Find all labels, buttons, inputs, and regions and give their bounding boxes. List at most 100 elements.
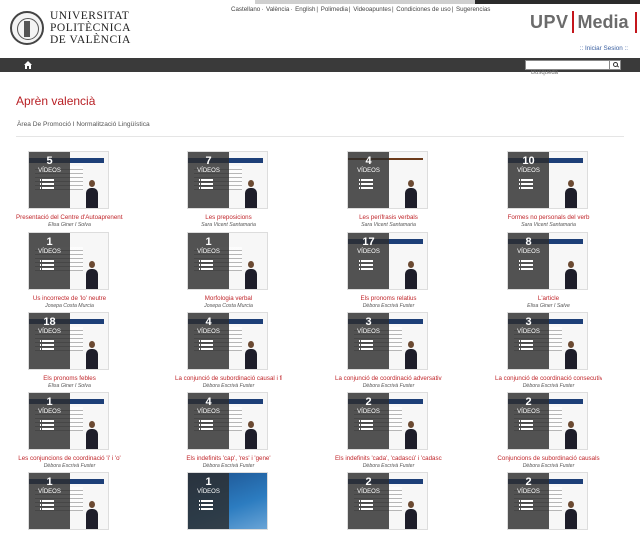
video-thumbnail[interactable]: 1 VÍDEOS <box>28 472 109 530</box>
video-title[interactable]: Formes no personals del verb <box>495 214 602 221</box>
video-thumbnail[interactable]: 10 VÍDEOS <box>507 151 588 209</box>
videos-label: VÍDEOS <box>38 329 61 335</box>
video-title[interactable]: Les preposicions <box>175 214 282 221</box>
video-count: 3 <box>365 316 372 328</box>
link-castellano[interactable]: Castellano <box>231 6 260 13</box>
video-title[interactable]: Conjuncions de subordinació causals <box>495 455 602 462</box>
video-card[interactable]: 4 VÍDEOS Les perífrasis verbals Sara Vic… <box>335 151 485 231</box>
video-card[interactable]: 7 VÍDEOS Les preposicions Sara Vicent Sa… <box>175 151 325 231</box>
university-name-line-1: UNIVERSITAT <box>50 10 130 22</box>
video-title[interactable]: Morfologia verbal <box>175 295 282 302</box>
video-card[interactable]: 4 VÍDEOS La conjunció de subordinació ca… <box>175 312 325 392</box>
video-title[interactable]: Els indefinits 'cap', 'res' i 'gene' <box>175 455 282 462</box>
video-card[interactable]: 8 VÍDEOS L'article Elisa Giner I Salve <box>495 232 640 312</box>
video-thumbnail[interactable]: 4 VÍDEOS <box>347 151 428 209</box>
video-thumbnail[interactable]: 4 VÍDEOS <box>187 312 268 370</box>
video-card[interactable]: 5 VÍDEOS Presentació del Centre d'Autoap… <box>16 151 166 231</box>
video-card[interactable]: 1 VÍDEOS <box>16 472 166 539</box>
video-title[interactable]: Les perífrasis verbals <box>335 214 442 221</box>
video-title[interactable]: La conjunció de subordinació causal i fi… <box>175 375 282 382</box>
video-thumbnail[interactable]: 2 VÍDEOS <box>347 472 428 530</box>
videos-label: VÍDEOS <box>357 329 380 335</box>
video-thumbnail[interactable]: 2 VÍDEOS <box>507 392 588 450</box>
video-card[interactable]: 2 VÍDEOS Els indefinits 'cada', 'cadascú… <box>335 392 485 472</box>
video-count-overlay: 2 VÍDEOS <box>508 473 549 529</box>
top-links: Castellano· València· English| Polimedia… <box>231 6 491 13</box>
video-thumbnail[interactable]: 1 VÍDEOS <box>187 472 268 530</box>
university-seal-icon <box>10 11 44 45</box>
university-name: UNIVERSITAT POLITÈCNICA DE VALÈNCIA <box>50 10 131 46</box>
video-title[interactable]: Les conjuncions de coordinació 'i' i 'o' <box>16 455 123 462</box>
videos-label: VÍDEOS <box>517 409 540 415</box>
video-count: 8 <box>525 236 532 248</box>
upv-media-logo[interactable]: UPV Media <box>530 8 637 36</box>
link-polimedia[interactable]: Polimedia <box>321 6 348 13</box>
video-title[interactable]: Us incorrecte de 'lo' neutre <box>16 295 123 302</box>
video-card[interactable]: 18 VÍDEOS Els pronoms febles Elisa Giner… <box>16 312 166 392</box>
video-title[interactable]: Presentació del Centre d'Autoaprenentatg… <box>16 214 123 221</box>
video-card[interactable]: 3 VÍDEOS La conjunció de coordinació adv… <box>335 312 485 392</box>
link-valencia[interactable]: València <box>266 6 289 13</box>
video-thumbnail[interactable]: 8 VÍDEOS <box>507 232 588 290</box>
presenter-figure <box>86 261 98 289</box>
video-count: 17 <box>362 236 375 248</box>
video-title[interactable]: La conjunció de coordinació consecutiva … <box>495 375 602 382</box>
video-thumbnail[interactable]: 2 VÍDEOS <box>507 472 588 530</box>
video-card[interactable]: 2 VÍDEOS <box>335 472 485 539</box>
videos-label: VÍDEOS <box>357 168 380 174</box>
video-thumbnail[interactable]: 2 VÍDEOS <box>347 392 428 450</box>
video-card[interactable]: 2 VÍDEOS Conjuncions de subordinació cau… <box>495 392 640 472</box>
list-icon <box>199 260 213 270</box>
video-card[interactable]: 2 VÍDEOS <box>495 472 640 539</box>
presenter-figure <box>565 180 577 208</box>
list-icon <box>519 179 533 189</box>
video-card[interactable]: 10 VÍDEOS Formes no personals del verb S… <box>495 151 640 231</box>
video-title[interactable]: La conjunció de coordinació adversativa … <box>335 375 442 382</box>
video-title[interactable]: L'article <box>495 295 602 302</box>
link-english[interactable]: English <box>295 6 315 13</box>
video-thumbnail[interactable]: 3 VÍDEOS <box>507 312 588 370</box>
video-thumbnail[interactable]: 17 VÍDEOS <box>347 232 428 290</box>
video-thumbnail[interactable]: 5 VÍDEOS <box>28 151 109 209</box>
link-videoapuntes[interactable]: Videoapuntes <box>353 6 391 13</box>
video-card[interactable]: 1 VÍDEOS Les conjuncions de coordinació … <box>16 392 166 472</box>
link-condiciones-de-uso[interactable]: Condiciones de uso <box>396 6 450 13</box>
video-count-overlay: 2 VÍDEOS <box>348 473 389 529</box>
videos-label: VÍDEOS <box>357 409 380 415</box>
video-author: Dèbora Escrivà Fuster <box>362 383 415 389</box>
search-input[interactable] <box>526 69 610 77</box>
video-card[interactable]: 1 VÍDEOS Us incorrecte de 'lo' neutre Jo… <box>16 232 166 312</box>
video-card[interactable]: 1 VÍDEOS <box>175 472 325 539</box>
video-author: Elisa Giner I Salve <box>527 303 570 309</box>
list-icon <box>519 500 533 510</box>
video-thumbnail[interactable]: 1 VÍDEOS <box>28 392 109 450</box>
video-card[interactable]: 3 VÍDEOS La conjunció de coordinació con… <box>495 312 640 392</box>
video-thumbnail[interactable]: 18 VÍDEOS <box>28 312 109 370</box>
login-link[interactable]: :: Iniciar Sesion :: <box>580 45 628 52</box>
presenter-figure <box>245 261 257 289</box>
header-rule-dark <box>475 0 640 4</box>
video-thumbnail[interactable]: 4 VÍDEOS <box>187 392 268 450</box>
video-thumbnail[interactable]: 1 VÍDEOS <box>28 232 109 290</box>
video-card[interactable]: 1 VÍDEOS Morfologia verbal Josepa Costa … <box>175 232 325 312</box>
video-card[interactable]: 17 VÍDEOS Els pronoms relatius Dèbora Es… <box>335 232 485 312</box>
videos-label: VÍDEOS <box>38 249 61 255</box>
video-title[interactable]: Els pronoms relatius <box>335 295 442 302</box>
video-count: 18 <box>43 316 56 328</box>
link-sugerencias[interactable]: Sugerencias <box>456 6 490 13</box>
list-icon <box>199 340 213 350</box>
video-card[interactable]: 4 VÍDEOS Els indefinits 'cap', 'res' i '… <box>175 392 325 472</box>
video-title[interactable]: Els indefinits 'cada', 'cadascú' i 'cada… <box>335 455 442 462</box>
video-thumbnail[interactable]: 1 VÍDEOS <box>187 232 268 290</box>
video-title[interactable]: Els pronoms febles <box>16 375 123 382</box>
brand-upv: UPV <box>530 11 569 32</box>
upv-logo[interactable]: UNIVERSITAT POLITÈCNICA DE VALÈNCIA <box>10 10 131 46</box>
search-icon[interactable] <box>609 61 620 69</box>
list-icon <box>519 420 533 430</box>
videos-label: VÍDEOS <box>38 409 61 415</box>
home-icon[interactable] <box>24 61 32 69</box>
video-thumbnail[interactable]: 7 VÍDEOS <box>187 151 268 209</box>
videos-label: VÍDEOS <box>197 329 220 335</box>
videos-label: VÍDEOS <box>38 168 61 174</box>
video-thumbnail[interactable]: 3 VÍDEOS <box>347 312 428 370</box>
